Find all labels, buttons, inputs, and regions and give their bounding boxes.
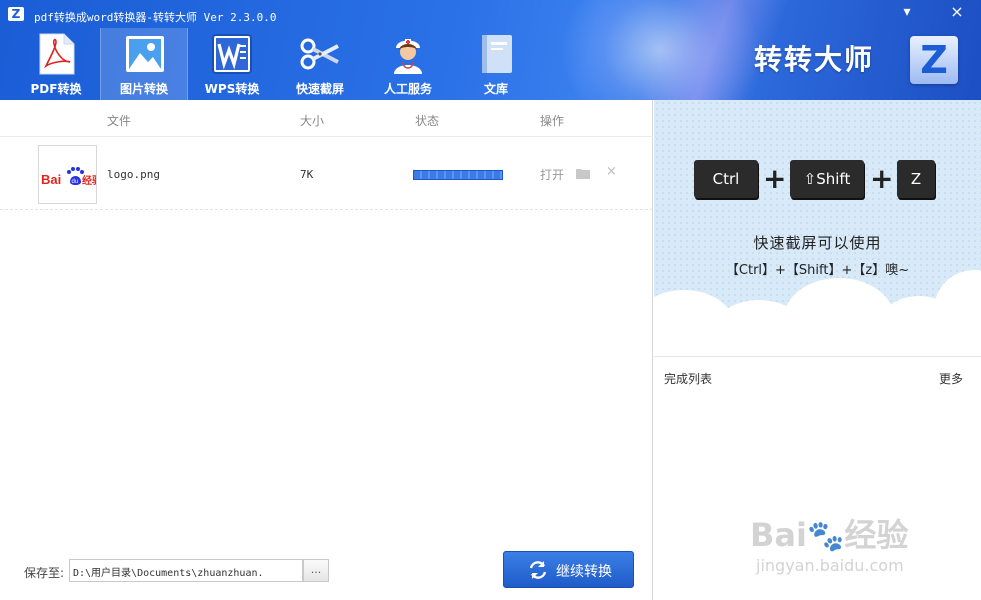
file-thumbnail: Bai du 经验	[38, 145, 103, 204]
wps-icon	[212, 34, 252, 74]
book-icon	[482, 35, 512, 73]
nurse-icon	[394, 39, 422, 74]
svg-text:du: du	[72, 179, 79, 185]
done-list-divider	[654, 356, 981, 357]
tip-line-1: 快速截屏可以使用	[753, 234, 882, 252]
watermark-text: Bai	[750, 516, 807, 554]
file-size: 7K	[300, 168, 314, 181]
brand-logo-icon: Z	[910, 36, 958, 84]
file-list-panel: 文件 大小 状态 操作 Bai du 经验 logo.png 7K 打开 × 保…	[0, 100, 653, 600]
title-bar: Z pdf转换成word转换器-转转大师 Ver 2.3.0.0 ▾ × PDF…	[0, 0, 981, 100]
folder-icon[interactable]	[576, 168, 590, 179]
cloud-base	[654, 315, 981, 356]
conversion-progress-bar	[413, 170, 503, 180]
baidu-logo-thumbnail: Bai du 经验	[41, 167, 103, 187]
browse-button[interactable]: ...	[303, 559, 329, 582]
app-logo-icon: Z	[8, 7, 24, 21]
convert-button-label: 继续转换	[556, 564, 612, 580]
tab-image-convert[interactable]: 图片转换	[100, 28, 188, 100]
scissors-icon	[300, 38, 339, 70]
tip-line-2: 【Ctrl】+【Shift】+【z】噢~	[725, 263, 910, 278]
image-icon	[126, 36, 164, 72]
column-header-size: 大小	[300, 114, 325, 128]
more-link[interactable]: 更多	[939, 370, 963, 387]
tab-label: 图片转换	[119, 82, 168, 96]
svg-text:经验: 经验	[82, 174, 96, 187]
tab-label: 快速截屏	[295, 82, 344, 96]
plus-sign: +	[763, 162, 787, 195]
shortcut-tip-banner: Ctrl + ⇧Shift + Z 快速截屏可以使用 【Ctrl】+【Shift…	[654, 100, 981, 356]
pdf-icon	[39, 33, 75, 75]
minimize-button[interactable]: ▾	[898, 4, 916, 20]
table-row[interactable]: Bai du 经验 logo.png 7K 打开 ×	[0, 137, 653, 210]
save-to-label: 保存至:	[24, 566, 65, 580]
tab-label: 人工服务	[383, 82, 432, 96]
svg-text:Bai: Bai	[41, 172, 61, 187]
continue-convert-button[interactable]: 继续转换	[503, 551, 634, 588]
tab-pdf-convert[interactable]: PDF转换	[12, 28, 100, 100]
watermark-text-2: 经验	[844, 516, 909, 554]
window-title: pdf转换成word转换器-转转大师 Ver 2.3.0.0	[34, 11, 277, 24]
tab-label: 文库	[483, 82, 508, 96]
main-toolbar: PDF转换 图片转换 WPS转换 快速截屏 人工服务 文库	[12, 28, 540, 100]
plus-sign: +	[870, 162, 894, 195]
close-button[interactable]: ×	[948, 4, 966, 20]
tab-label: WPS转换	[204, 82, 260, 96]
brand-name: 转转大师	[754, 43, 875, 76]
baidu-watermark: Bai🐾经验	[750, 510, 908, 556]
column-header-file: 文件	[107, 114, 132, 128]
tab-manual-service[interactable]: 人工服务	[364, 28, 452, 100]
column-header-status: 状态	[415, 114, 440, 128]
key-z: Z	[897, 160, 935, 198]
tab-screenshot[interactable]: 快速截屏	[276, 28, 364, 100]
paw-icon: 🐾	[806, 519, 845, 554]
save-path-field[interactable]: D:\用户目录\Documents\zhuanzhuan.	[69, 559, 303, 582]
refresh-icon	[529, 561, 547, 579]
delete-icon[interactable]: ×	[606, 164, 617, 179]
tab-wps-convert[interactable]: WPS转换	[188, 28, 276, 100]
done-list-title: 完成列表	[664, 372, 713, 386]
file-name: logo.png	[107, 168, 160, 181]
key-shift: ⇧Shift	[790, 160, 864, 198]
tab-label: PDF转换	[30, 82, 82, 96]
key-ctrl: Ctrl	[694, 160, 758, 198]
open-file-link[interactable]: 打开	[540, 166, 564, 183]
tab-library[interactable]: 文库	[452, 28, 540, 100]
watermark-url: jingyan.baidu.com	[756, 556, 904, 575]
column-header-action: 操作	[540, 114, 565, 128]
